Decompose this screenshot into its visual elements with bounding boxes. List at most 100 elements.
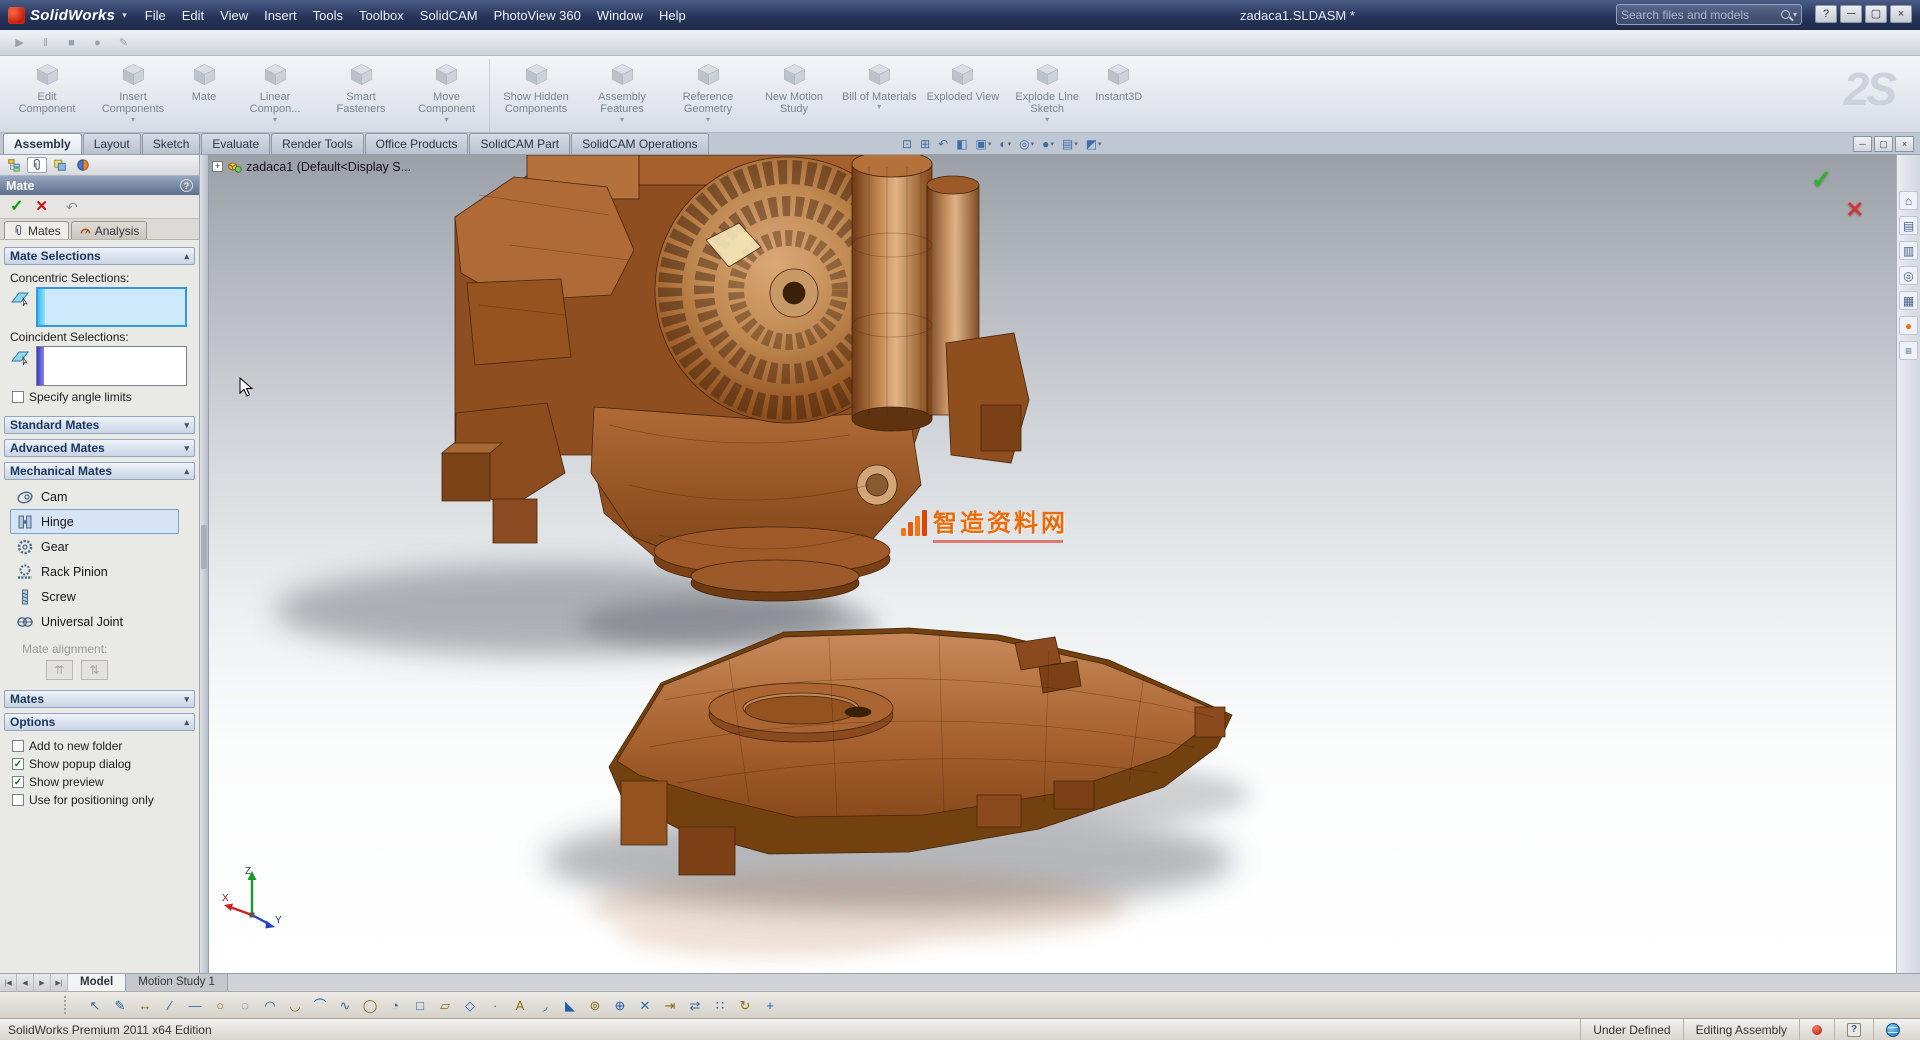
- section-mechanical-mates[interactable]: Mechanical Mates: [4, 462, 195, 480]
- feature-tree-root[interactable]: zadaca1 (Default<Display S...: [212, 159, 411, 174]
- move-component-button[interactable]: Move Component: [404, 59, 490, 132]
- edit-component-button[interactable]: Edit Component: [4, 59, 90, 132]
- undo-button[interactable]: ↶: [66, 200, 78, 214]
- aligned-button[interactable]: ⇈: [46, 660, 73, 680]
- rack-pinion-mate-button[interactable]: Rack Pinion: [10, 559, 179, 584]
- doc-minimize-button[interactable]: ─: [1853, 136, 1872, 152]
- prev-tab-button[interactable]: ◀: [17, 974, 34, 991]
- three-point-arc-icon[interactable]: ⌒: [308, 994, 332, 1016]
- confirmation-ok-button[interactable]: ✓: [1811, 165, 1832, 195]
- configurationmanager-icon[interactable]: [50, 157, 70, 173]
- assembly-model[interactable]: [209, 155, 1896, 973]
- confirmation-cancel-button[interactable]: ✕: [1846, 197, 1864, 223]
- use-for-positioning-only-checkbox[interactable]: Use for positioning only: [12, 793, 193, 807]
- last-tab-button[interactable]: ▶|: [51, 974, 68, 991]
- doc-restore-button[interactable]: ▢: [1874, 136, 1893, 152]
- mirror-entities-icon[interactable]: ⇄: [683, 994, 707, 1016]
- design-library-icon[interactable]: ▤: [1899, 216, 1918, 235]
- screw-mate-button[interactable]: Screw: [10, 584, 179, 609]
- gear-mate-button[interactable]: Gear: [10, 534, 179, 559]
- linear-component-pattern-button[interactable]: Linear Compon...: [232, 59, 318, 132]
- search-dropdown-icon[interactable]: ▾: [1793, 10, 1797, 19]
- tab-solidcam-part[interactable]: SolidCAM Part: [469, 133, 570, 154]
- view-orientation-icon[interactable]: ▣: [974, 135, 994, 153]
- smart-fasteners-button[interactable]: Smart Fasteners: [318, 59, 404, 132]
- point-tool-icon[interactable]: ∙: [483, 994, 507, 1016]
- polygon-tool-icon[interactable]: ◇: [458, 994, 482, 1016]
- help-icon[interactable]: ?: [180, 179, 193, 192]
- menu-window[interactable]: Window: [589, 4, 651, 27]
- smart-dimension-icon[interactable]: ↔: [133, 994, 157, 1016]
- sketch-tool-icon[interactable]: ✎: [108, 994, 132, 1016]
- pause-macro-icon[interactable]: ‖: [34, 33, 57, 53]
- sketch-fillet-icon[interactable]: ◞: [533, 994, 557, 1016]
- extend-entities-icon[interactable]: ⇥: [658, 994, 682, 1016]
- spline-tool-icon[interactable]: ∿: [333, 994, 357, 1016]
- offset-entities-icon[interactable]: ⊚: [583, 994, 607, 1016]
- splitter-grip[interactable]: [201, 525, 207, 569]
- ellipse-tool-icon[interactable]: ◯: [358, 994, 382, 1016]
- zoom-fit-icon[interactable]: ⊡: [900, 135, 914, 153]
- menu-solidcam[interactable]: SolidCAM: [412, 4, 486, 27]
- section-mate-selections[interactable]: Mate Selections: [4, 247, 195, 265]
- tab-office-products[interactable]: Office Products: [365, 133, 469, 154]
- panel-splitter[interactable]: [200, 155, 209, 973]
- anti-aligned-button[interactable]: ⇅: [81, 660, 108, 680]
- propertymanager-icon[interactable]: [27, 157, 47, 173]
- search-icon[interactable]: ◎: [1899, 266, 1918, 285]
- perimeter-circle-icon[interactable]: ◌: [233, 994, 257, 1016]
- select-tool-icon[interactable]: ↖: [83, 994, 107, 1016]
- tab-motion-study-1[interactable]: Motion Study 1: [126, 974, 228, 991]
- linear-pattern-icon[interactable]: ∷: [708, 994, 732, 1016]
- tangent-arc-icon[interactable]: ◡: [283, 994, 307, 1016]
- status-alert-icon[interactable]: [1812, 1025, 1822, 1035]
- menu-file[interactable]: File: [137, 4, 174, 27]
- custom-properties-icon[interactable]: ≡: [1899, 341, 1918, 360]
- move-entities-icon[interactable]: +: [758, 994, 782, 1016]
- zoom-area-icon[interactable]: ⊞: [918, 135, 932, 153]
- section-advanced-mates[interactable]: Advanced Mates: [4, 439, 195, 457]
- search-icon[interactable]: [1781, 10, 1790, 19]
- tab-sketch[interactable]: Sketch: [142, 133, 201, 154]
- centerpoint-arc-icon[interactable]: ◠: [258, 994, 282, 1016]
- exploded-view-button[interactable]: Exploded View: [922, 59, 1005, 132]
- parallelogram-tool-icon[interactable]: ▱: [433, 994, 457, 1016]
- convert-entities-icon[interactable]: ⊕: [608, 994, 632, 1016]
- centerline-tool-icon[interactable]: —: [183, 994, 207, 1016]
- concentric-selections-listbox[interactable]: [36, 287, 187, 327]
- sketch-chamfer-icon[interactable]: ◣: [558, 994, 582, 1016]
- toolbar-grip[interactable]: [64, 996, 68, 1014]
- tab-assembly[interactable]: Assembly: [3, 133, 82, 154]
- circle-tool-icon[interactable]: ○: [208, 994, 232, 1016]
- menu-insert[interactable]: Insert: [256, 4, 305, 27]
- help-button[interactable]: ?: [1815, 5, 1837, 23]
- show-hidden-components-button[interactable]: Show Hidden Components: [493, 59, 579, 132]
- insert-components-button[interactable]: Insert Components: [90, 59, 176, 132]
- menu-edit[interactable]: Edit: [174, 4, 212, 27]
- minimize-button[interactable]: ─: [1840, 5, 1862, 23]
- section-view-icon[interactable]: ◧: [954, 135, 969, 153]
- assembly-features-button[interactable]: Assembly Features: [579, 59, 665, 132]
- appearances-icon[interactable]: ●: [1899, 316, 1918, 335]
- hinge-mate-button[interactable]: Hinge: [10, 509, 179, 534]
- ok-button[interactable]: ✓: [10, 199, 23, 215]
- chevron-down-icon[interactable]: ▾: [122, 10, 127, 21]
- search-input[interactable]: [1621, 8, 1778, 22]
- show-preview-checkbox[interactable]: Show preview: [12, 775, 193, 789]
- show-popup-dialog-checkbox[interactable]: Show popup dialog: [12, 757, 193, 771]
- apply-scene-icon[interactable]: ▤: [1060, 135, 1080, 153]
- menu-photoview-360[interactable]: PhotoView 360: [486, 4, 589, 27]
- menu-view[interactable]: View: [212, 4, 256, 27]
- section-options[interactable]: Options: [4, 713, 195, 731]
- tab-model[interactable]: Model: [68, 974, 126, 991]
- display-style-icon[interactable]: ◐: [997, 135, 1013, 153]
- tab-layout[interactable]: Layout: [83, 133, 141, 154]
- tab-render-tools[interactable]: Render Tools: [271, 133, 364, 154]
- reference-geometry-button[interactable]: Reference Geometry: [665, 59, 751, 132]
- add-to-new-folder-checkbox[interactable]: Add to new folder: [12, 739, 193, 753]
- section-standard-mates[interactable]: Standard Mates: [4, 416, 195, 434]
- pm-tab-analysis[interactable]: Analysis: [71, 221, 148, 239]
- web-icon[interactable]: [1886, 1023, 1900, 1037]
- search-box[interactable]: ▾: [1616, 4, 1802, 25]
- circular-pattern-icon[interactable]: ↻: [733, 994, 757, 1016]
